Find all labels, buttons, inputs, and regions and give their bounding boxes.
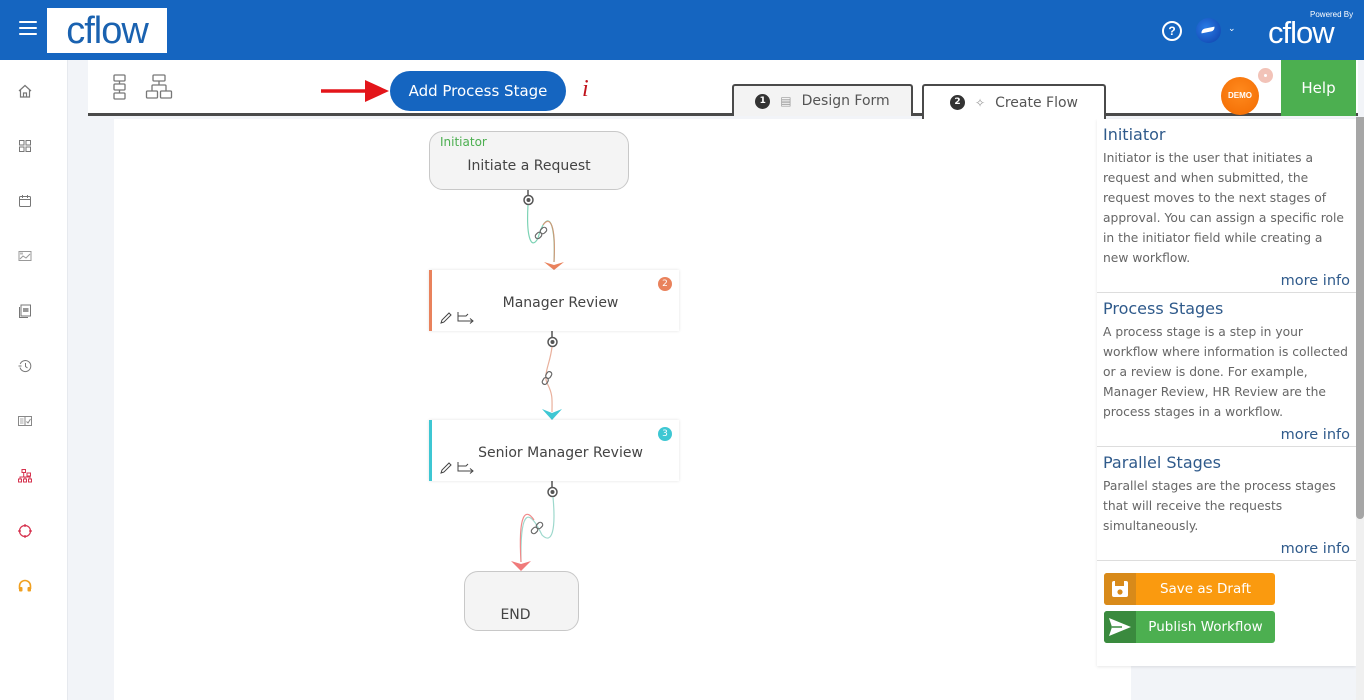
headset-icon [18, 579, 32, 592]
home-icon [18, 84, 32, 98]
documents-icon [19, 304, 31, 318]
crosshair-icon [18, 524, 32, 538]
top-bar: cflow ? ⌄ Powered By cflow [0, 0, 1364, 60]
hamburger-menu-icon[interactable] [19, 21, 37, 37]
sidebar-item-home[interactable] [17, 83, 33, 99]
info-body: Parallel stages are the process stages t… [1103, 479, 1336, 533]
red-arrow-icon [321, 80, 389, 102]
sidebar-item-documents[interactable] [17, 303, 33, 319]
tab-create-flow[interactable]: 2 ✧ Create Flow [922, 84, 1106, 119]
approval-card-icon [18, 416, 32, 426]
stage-node-manager-review[interactable]: Manager Review 2 [429, 270, 679, 331]
info-section-initiator: Initiator Initiator is the user that ini… [1097, 119, 1356, 293]
help-button[interactable]: Help [1281, 60, 1356, 116]
flow-canvas[interactable] [114, 119, 1131, 700]
more-info-link[interactable]: more info [1103, 271, 1350, 291]
chevron-down-icon[interactable]: ⌄ [1228, 24, 1236, 34]
end-node[interactable]: END [464, 571, 579, 631]
initiator-node[interactable]: Initiator Initiate a Request [429, 131, 629, 190]
edit-pencil-icon[interactable] [439, 311, 453, 325]
sidebar-item-history[interactable] [17, 358, 33, 374]
tree-layout-icon [145, 74, 173, 99]
powered-by-logo: cflow [1268, 15, 1335, 50]
sidebar-item-integrations[interactable] [17, 523, 33, 539]
scrollbar-thumb[interactable] [1356, 117, 1364, 519]
edit-pencil-icon[interactable] [439, 461, 453, 475]
info-title: Process Stages [1103, 299, 1224, 318]
tab-label: Create Flow [995, 94, 1078, 111]
stage-node-senior-manager-review[interactable]: Senior Manager Review 3 [429, 420, 679, 481]
sidebar [0, 60, 68, 700]
workflow-icon [18, 469, 32, 483]
tree-layout-button[interactable] [145, 74, 173, 102]
tab-design-form[interactable]: 1 ▤ Design Form [732, 84, 913, 116]
chart-card-icon [18, 251, 32, 261]
demo-badge[interactable]: DEMO [1221, 77, 1259, 115]
stage-title: Manager Review [502, 295, 619, 311]
sidebar-item-dashboard[interactable] [17, 138, 33, 154]
step-number-badge: 2 [950, 95, 965, 110]
flow-icon: ✧ [975, 95, 986, 110]
stage-number-badge: 3 [658, 427, 672, 441]
cflow-logo[interactable]: cflow [47, 8, 167, 53]
grid-icon [19, 140, 31, 152]
button-label: Publish Workflow [1148, 619, 1263, 635]
sidebar-item-workflow[interactable] [17, 468, 33, 484]
more-info-link[interactable]: more info [1103, 425, 1350, 445]
stage-title: Senior Manager Review [478, 445, 643, 461]
calendar-icon [19, 195, 31, 207]
info-body: Initiator is the user that initiates a r… [1103, 151, 1344, 265]
notification-dot [1258, 68, 1273, 83]
sidebar-item-reports[interactable] [17, 248, 33, 264]
history-icon [18, 360, 32, 373]
sidebar-item-calendar[interactable] [17, 193, 33, 209]
canvas-gutter [88, 119, 114, 700]
sidebar-item-support[interactable] [17, 578, 33, 594]
sidebar-item-approvals[interactable] [17, 413, 33, 429]
publish-workflow-button[interactable]: Publish Workflow [1104, 611, 1275, 643]
stage-number-badge: 2 [658, 277, 672, 291]
send-arrow-icon [1104, 611, 1136, 643]
form-icon: ▤ [780, 94, 792, 108]
info-section-parallel-stages: Parallel Stages Parallel stages are the … [1097, 447, 1356, 561]
info-icon[interactable]: i [582, 76, 589, 103]
user-avatar[interactable] [1196, 18, 1221, 43]
info-body: A process stage is a step in your workfl… [1103, 325, 1348, 419]
info-section-process-stages: Process Stages A process stage is a step… [1097, 293, 1356, 447]
end-title: END [500, 607, 531, 623]
flow-toolbar [88, 60, 1358, 116]
initiator-role-label: Initiator [440, 135, 487, 149]
tab-label: Design Form [801, 93, 890, 109]
vertical-layout-icon [113, 74, 126, 100]
more-info-link[interactable]: more info [1103, 539, 1350, 559]
route-icon[interactable] [457, 461, 475, 475]
add-process-stage-button[interactable]: Add Process Stage [390, 71, 566, 111]
save-as-draft-button[interactable]: Save as Draft [1104, 573, 1275, 605]
initiator-title: Initiate a Request [467, 158, 591, 174]
info-title: Initiator [1103, 125, 1166, 144]
route-icon[interactable] [457, 311, 475, 325]
floppy-disk-icon [1104, 573, 1136, 605]
info-title: Parallel Stages [1103, 453, 1221, 472]
question-circle-icon[interactable]: ? [1162, 21, 1182, 41]
button-label: Save as Draft [1159, 581, 1252, 597]
step-number-badge: 1 [755, 93, 771, 109]
vertical-layout-button[interactable] [106, 74, 134, 102]
